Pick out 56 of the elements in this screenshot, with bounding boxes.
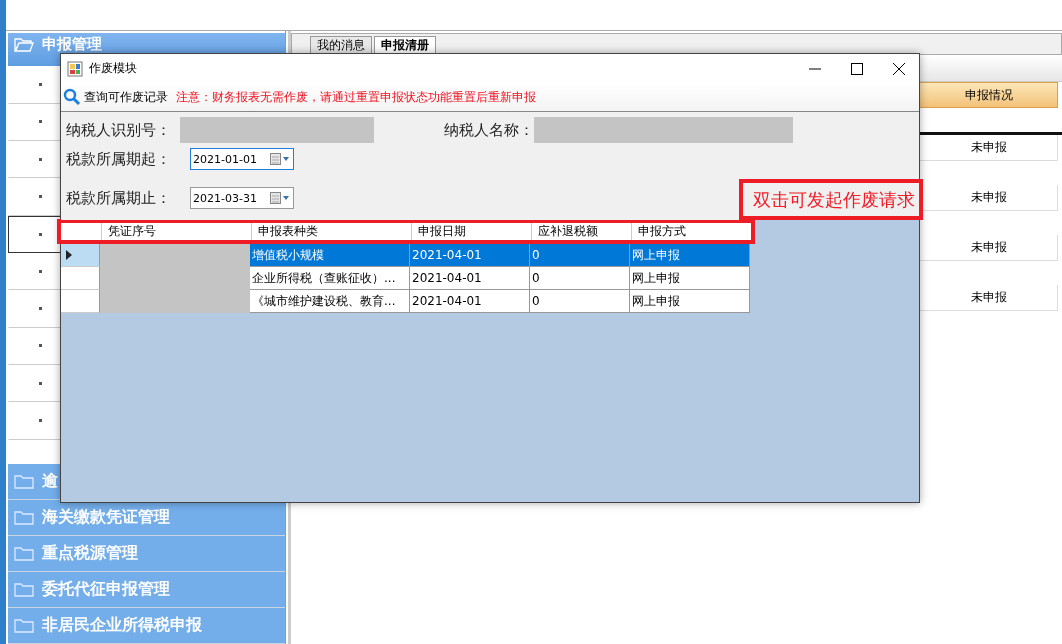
field-label: 纳税人识别号： xyxy=(66,120,172,140)
app-icon xyxy=(67,60,83,77)
table-cell: 《城市维护建设税、教育... xyxy=(250,290,410,313)
field-label: 税款所属期止： xyxy=(66,188,172,208)
notice-text: 注意：财务报表无需作废，请通过重置申报状态功能重置后重新申报 xyxy=(176,88,536,106)
tab[interactable]: 申报清册 xyxy=(374,36,436,54)
table-cell: 企业所得税（查账征收）... xyxy=(250,267,410,290)
table-cell: 2021-04-01 xyxy=(410,244,530,267)
bullet-icon xyxy=(39,418,42,422)
search-icon xyxy=(63,88,81,106)
maximize-icon[interactable] xyxy=(851,62,863,75)
bullet-icon xyxy=(39,306,42,310)
bullet-icon xyxy=(39,157,42,161)
column-header: 申报表种类 xyxy=(251,223,411,240)
column-header: 申报方式 xyxy=(631,223,751,240)
table-cell: 2021-04-01 xyxy=(410,290,530,313)
group-label: 非居民企业所得税申报 xyxy=(42,615,202,637)
column-header: 申报情况 xyxy=(919,82,1058,108)
column-header: 申报日期 xyxy=(411,223,531,240)
grid-row[interactable]: 《城市维护建设税、教育... 2021-04-01 0 网上申报 xyxy=(61,290,751,313)
calendar-icon xyxy=(269,153,291,165)
row-header[interactable] xyxy=(61,244,100,267)
date-field[interactable]: 2021-01-01 xyxy=(190,148,294,170)
table-cell: 网上申报 xyxy=(630,244,750,267)
row-pointer-icon xyxy=(66,250,72,260)
field-label: 税款所属期起： xyxy=(66,149,172,169)
calendar-icon xyxy=(269,192,291,204)
bullet-icon xyxy=(39,344,42,348)
table-cell: 增值税小规模 xyxy=(250,244,410,267)
bullet-icon xyxy=(39,195,42,198)
grid-row[interactable]: 企业所得税（查账征收）... 2021-04-01 0 网上申报 xyxy=(61,267,751,290)
column-header: 凭证序号 xyxy=(101,223,251,240)
tab[interactable]: 我的消息 xyxy=(310,36,372,54)
close-icon[interactable] xyxy=(893,62,905,75)
group-label: 海关缴款凭证管理 xyxy=(42,507,170,529)
group-label: 重点税源管理 xyxy=(42,543,138,565)
grid-row[interactable]: 增值税小规模 2021-04-01 0 网上申报 xyxy=(61,244,751,267)
group-label: 委托代征申报管理 xyxy=(42,579,170,601)
bullet-icon xyxy=(39,83,42,87)
table-cell: 网上申报 xyxy=(630,267,750,290)
query-button[interactable]: 查询可作废记录 xyxy=(61,85,172,109)
date-field[interactable]: 2021-03-31 xyxy=(190,187,294,209)
group-label: 逾 xyxy=(42,471,58,493)
table-cell: 0 xyxy=(530,290,630,313)
annotation-callout: 双击可发起作废请求 xyxy=(739,179,923,220)
bullet-icon xyxy=(39,269,42,273)
field-label: 纳税人名称： xyxy=(444,120,534,140)
bullet-icon xyxy=(39,232,42,236)
bullet-icon xyxy=(39,381,42,385)
bullet-icon xyxy=(39,120,42,124)
column-header: 应补退税额 xyxy=(531,223,631,240)
group-label: 申报管理 xyxy=(42,35,102,53)
table-cell: 0 xyxy=(530,244,630,267)
table-cell: 2021-04-01 xyxy=(410,267,530,290)
table-cell: 网上申报 xyxy=(630,290,750,313)
table-cell: 0 xyxy=(530,267,630,290)
